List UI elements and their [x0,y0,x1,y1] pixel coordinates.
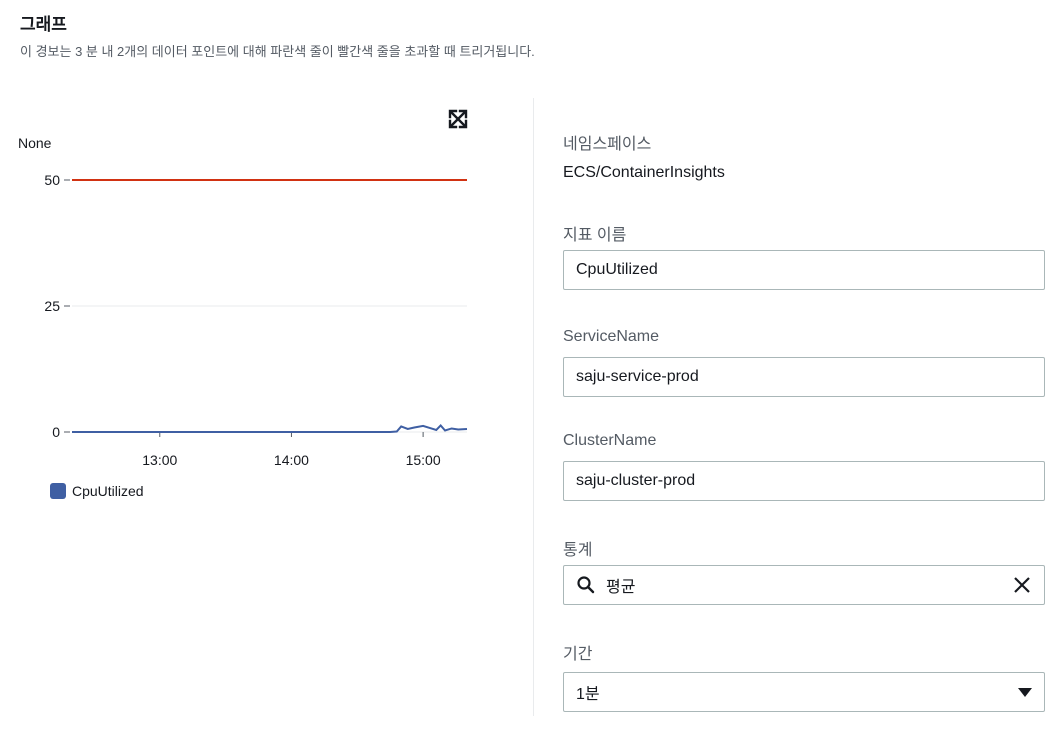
legend-label: CpuUtilized [72,483,144,499]
close-icon[interactable] [1012,575,1032,595]
metric-name-label: 지표 이름 [563,227,627,244]
alarm-description: 이 경보는 3 분 내 2개의 데이터 포인트에 대해 파란색 줄이 빨간색 줄… [20,44,535,59]
metric-name-value: CpuUtilized [576,261,658,278]
x-tick-label: 13:00 [142,452,177,468]
statistic-autosuggest[interactable]: 평균 [563,565,1045,605]
period-label: 기간 [563,646,593,663]
period-select[interactable]: 1분 [563,672,1045,712]
period-value: 1분 [576,686,600,703]
cluster-name-label: ClusterName [563,432,657,449]
panel-divider [533,98,534,716]
cluster-name-field[interactable]: saju-cluster-prod [563,461,1045,501]
statistic-label: 통계 [563,542,593,559]
x-tick-label: 14:00 [274,452,309,468]
service-name-field[interactable]: saju-service-prod [563,357,1045,397]
search-icon [576,575,596,595]
y-tick-label: 0 [52,424,60,440]
y-tick-label: 25 [44,298,60,314]
namespace-label: 네임스페이스 [563,136,652,153]
cluster-name-value: saju-cluster-prod [576,472,696,489]
metric-name-field[interactable]: CpuUtilized [563,250,1045,290]
statistic-value: 평균 [606,579,636,596]
series-line-cpu-utilized [72,423,468,433]
namespace-value: ECS/ContainerInsights [563,164,725,181]
x-tick-label: 15:00 [406,452,441,468]
legend-swatch [50,483,66,499]
y-axis-label: None [18,135,52,151]
graph-header: 그래프 이 경보는 3 분 내 2개의 데이터 포인트에 대해 파란색 줄이 빨… [20,10,535,60]
cpu-chart: None 50 25 0 13:00 14:00 15:00 CpuUtilized [18,135,468,499]
service-name-value: saju-service-prod [576,368,699,385]
y-tick-label: 50 [44,172,60,188]
caret-down-icon [1018,687,1032,697]
service-name-label: ServiceName [563,328,660,345]
graph-title: 그래프 [20,15,67,34]
